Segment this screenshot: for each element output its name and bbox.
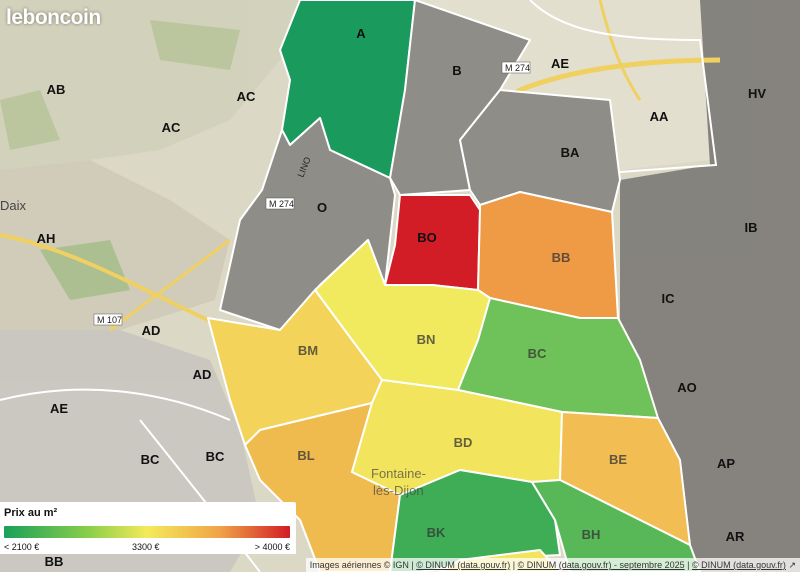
outer-label: HV: [748, 86, 766, 101]
label-bm: BM: [298, 343, 318, 358]
label-be: BE: [609, 452, 627, 467]
attribution-link[interactable]: © DINUM (data.gouv.fr) - septembre 2025: [518, 560, 685, 570]
legend-mid-label: 3300 €: [132, 542, 160, 552]
outer-label: AA: [650, 109, 669, 124]
outer-label: AD: [193, 367, 212, 382]
external-link-icon[interactable]: ↗: [788, 560, 796, 570]
outer-label: BC: [206, 449, 225, 464]
outer-label: BB: [45, 554, 64, 569]
outer-label: AR: [726, 529, 745, 544]
label-a: A: [356, 26, 366, 41]
label-bh: BH: [582, 527, 601, 542]
outer-label: AB: [47, 82, 66, 97]
place-fontaine-line1: Fontaine-: [371, 466, 426, 481]
attribution-link[interactable]: © DINUM (data.gouv.fr): [416, 560, 510, 570]
place-daix: Daix: [0, 198, 27, 213]
legend-min-label: < 2100 €: [4, 542, 40, 552]
outer-label: BC: [141, 452, 160, 467]
outer-label: AC: [162, 120, 181, 135]
attribution-ign: Images aériennes © IGN: [309, 560, 409, 570]
leboncoin-logo[interactable]: leboncoin: [6, 6, 101, 30]
map[interactable]: A B O BA BO BB BN BM BC BL BD BE BK BH A…: [0, 0, 800, 572]
outer-label: AH: [37, 231, 56, 246]
outer-label: AC: [237, 89, 256, 104]
outer-label: AP: [717, 456, 735, 471]
outer-label: AD: [142, 323, 161, 338]
label-bb: BB: [552, 250, 571, 265]
map-attribution: Images aériennes © IGN | © DINUM (data.g…: [305, 558, 800, 572]
outer-label: IC: [662, 291, 676, 306]
outer-label: AE: [50, 401, 68, 416]
price-legend: Prix au m² < 2100 € 3300 € > 4000 €: [0, 502, 296, 554]
label-bn: BN: [417, 332, 436, 347]
label-bc: BC: [528, 346, 547, 361]
outer-label: IB: [745, 220, 758, 235]
place-fontaine-line2: lès-Dijon: [373, 483, 424, 498]
outer-label: AE: [551, 56, 569, 71]
label-bk: BK: [427, 525, 446, 540]
outer-label: AO: [677, 380, 697, 395]
road-m274-shield: M 274: [505, 63, 530, 73]
label-bo: BO: [417, 230, 437, 245]
legend-max-label: > 4000 €: [254, 542, 290, 552]
label-bd: BD: [454, 435, 473, 450]
road-m107-shield: M 107: [97, 315, 122, 325]
legend-gradient-bar: [4, 526, 290, 538]
label-ba: BA: [561, 145, 580, 160]
label-bl: BL: [297, 448, 314, 463]
label-o: O: [317, 200, 327, 215]
legend-title: Prix au m²: [4, 507, 58, 519]
label-b: B: [452, 63, 461, 78]
road-m274-shield: M 274: [269, 199, 294, 209]
attribution-link[interactable]: © DINUM (data.gouv.fr): [692, 560, 786, 570]
